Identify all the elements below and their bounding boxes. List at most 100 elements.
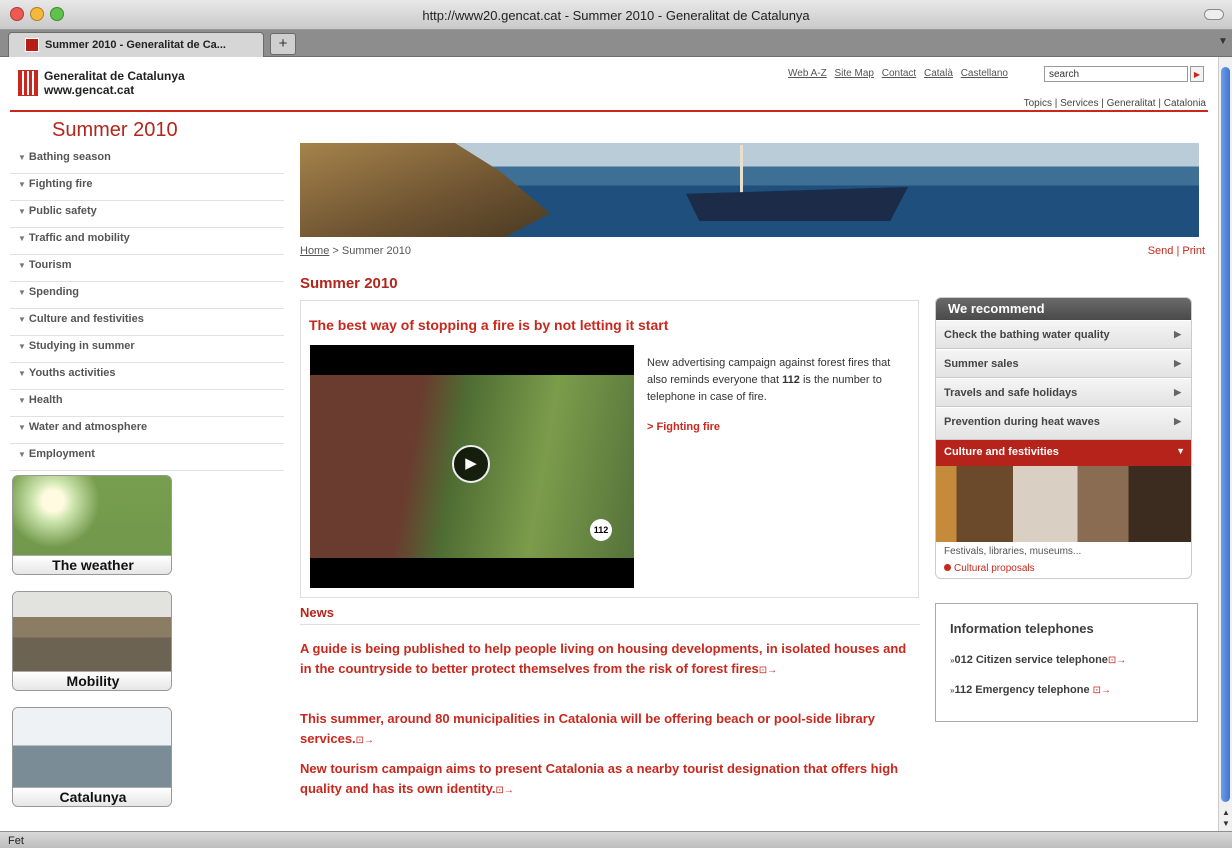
feature-headline[interactable]: The best way of stopping a fire is by no… <box>309 317 668 333</box>
play-icon[interactable]: ▶ <box>452 445 490 483</box>
sidebar-item-traffic-and-mobility[interactable]: ▼ Traffic and mobility <box>10 228 284 255</box>
news-heading: News <box>300 605 334 620</box>
link-catala[interactable]: Català <box>924 68 953 79</box>
sidebar-menu: ▼ Bathing season ▼ Fighting fire ▼ Public s… <box>10 147 284 471</box>
nav-services[interactable]: Services <box>1060 98 1098 109</box>
title-bar: http://www20.gencat.cat - Summer 2010 - … <box>0 0 1232 30</box>
scroll-down-icon[interactable]: ▼ <box>1222 819 1230 828</box>
scrollbar-thumb[interactable] <box>1221 67 1230 802</box>
promo-catalunya[interactable]: Catalunya <box>12 707 172 807</box>
sidebar-item-fighting-fire[interactable]: ▼ Fighting fire <box>10 174 284 201</box>
hero-banner-image <box>300 143 1199 237</box>
external-link-icon: ⊡→ <box>1107 655 1127 666</box>
external-link-icon: ⊡→ <box>355 735 375 746</box>
tab-bar: Summer 2010 - Generalitat de Ca... + ▼ <box>0 30 1232 57</box>
feature-box: The best way of stopping a fire is by no… <box>300 300 919 598</box>
gencat-favicon-icon <box>25 38 39 52</box>
breadcrumb-current: Summer 2010 <box>341 245 411 257</box>
link-contact[interactable]: Contact <box>882 68 916 79</box>
org-name[interactable]: Generalitat de Catalunya <box>44 69 185 83</box>
breadcrumb: Home > Summer 2010 <box>300 245 411 257</box>
external-link-icon: ⊡→ <box>758 665 778 676</box>
recommend-item-summer-sales[interactable]: Summer sales ▶ <box>936 349 1191 378</box>
sidebar-item-water-and-atmosphere[interactable]: ▼ Water and atmosphere <box>10 417 284 444</box>
sidebar-item-employment[interactable]: ▼ Employment <box>10 444 284 471</box>
org-url[interactable]: www.gencat.cat <box>44 83 134 97</box>
arrow-down-icon: ▼ <box>18 288 26 297</box>
tab-label: Summer 2010 - Generalitat de Ca... <box>45 39 226 51</box>
tab-summer-2010[interactable]: Summer 2010 - Generalitat de Ca... <box>8 32 264 57</box>
promo-mobility[interactable]: Mobility <box>12 591 172 691</box>
nav-generalitat[interactable]: Generalitat <box>1107 98 1156 109</box>
video-112-badge: 112 <box>590 519 612 541</box>
external-link-icon: ⊡→ <box>1092 685 1112 696</box>
gencat-logo-icon[interactable] <box>18 70 38 96</box>
tab-menu-icon[interactable]: ▼ <box>1218 36 1228 48</box>
recommend-description: Festivals, libraries, museums... <box>944 546 1082 557</box>
sidebar-item-spending[interactable]: ▼ Spending <box>10 282 284 309</box>
catalunya-image <box>13 708 171 791</box>
status-text: Fet <box>8 835 24 847</box>
fighting-fire-link[interactable]: > Fighting fire <box>647 421 720 433</box>
sidebar-item-public-safety[interactable]: ▼ Public safety <box>10 201 284 228</box>
promo-label: The weather <box>13 555 171 574</box>
nav-topics[interactable]: Topics <box>1024 98 1052 109</box>
sidebar-item-tourism[interactable]: ▼ Tourism <box>10 255 284 282</box>
breadcrumb-home[interactable]: Home <box>300 245 329 257</box>
recommend-title: We recommend <box>936 298 1191 320</box>
search-input[interactable] <box>1044 66 1188 82</box>
link-web-a-z[interactable]: Web A-Z <box>788 68 827 79</box>
sidebar-title: Summer 2010 <box>52 119 178 141</box>
arrow-down-icon: ▼ <box>18 315 26 324</box>
header-divider <box>10 110 1208 112</box>
arrow-down-icon: ▼ <box>18 396 26 405</box>
sidebar-item-youths-activities[interactable]: ▼ Youths activities <box>10 363 284 390</box>
news-item[interactable]: A guide is being published to help peopl… <box>300 639 920 681</box>
page-title: Summer 2010 <box>300 275 398 292</box>
arrow-down-icon: ▼ <box>18 261 26 270</box>
festivities-image[interactable] <box>936 466 1191 542</box>
arrow-down-icon: ▼ <box>18 423 26 432</box>
weather-image <box>13 476 171 559</box>
boat-mast-shape <box>740 145 743 193</box>
arrow-down-icon: ▼ <box>18 342 26 351</box>
telephone-012-link[interactable]: »012 Citizen service telephone⊡→ <box>950 654 1126 666</box>
recommend-box: We recommend Check the bathing water qua… <box>935 297 1192 579</box>
new-tab-button[interactable]: + <box>270 33 296 55</box>
recommend-item-travels[interactable]: Travels and safe holidays ▶ <box>936 378 1191 407</box>
recommend-item-culture-festivities[interactable]: Culture and festivities ▼ <box>936 440 1191 466</box>
sidebar-item-bathing-season[interactable]: ▼ Bathing season <box>10 147 284 174</box>
recommend-item-bathing-water[interactable]: Check the bathing water quality ▶ <box>936 320 1191 349</box>
cultural-proposals-link[interactable]: Cultural proposals <box>944 563 1035 574</box>
news-item[interactable]: New tourism campaign aims to present Cat… <box>300 759 920 801</box>
sub-navigation: Topics | Services | Generalitat | Catalo… <box>1023 98 1206 109</box>
toolbar-toggle-button[interactable] <box>1204 9 1224 20</box>
arrow-down-icon: ▼ <box>18 234 26 243</box>
sidebar-item-culture-and-festivities[interactable]: ▼ Culture and festivities <box>10 309 284 336</box>
rock-shape <box>300 143 550 237</box>
news-item[interactable]: This summer, around 80 municipalities in… <box>300 709 920 751</box>
promo-label: Mobility <box>13 671 171 690</box>
scroll-up-icon[interactable]: ▲ <box>1222 808 1230 817</box>
telephone-112-link[interactable]: »112 Emergency telephone ⊡→ <box>950 684 1111 696</box>
promo-the-weather[interactable]: The weather <box>12 475 172 575</box>
arrow-down-icon: ▼ <box>18 180 26 189</box>
browser-window: http://www20.gencat.cat - Summer 2010 - … <box>0 0 1232 848</box>
link-castellano[interactable]: Castellano <box>961 68 1008 79</box>
promo-label: Catalunya <box>13 787 171 806</box>
breadcrumb-separator: > <box>332 245 339 257</box>
vertical-scrollbar[interactable]: ▲ ▼ <box>1218 57 1232 831</box>
sidebar-item-studying-in-summer[interactable]: ▼ Studying in summer <box>10 336 284 363</box>
mobility-image <box>13 592 171 675</box>
link-site-map[interactable]: Site Map <box>835 68 874 79</box>
nav-catalonia[interactable]: Catalonia <box>1164 98 1206 109</box>
video-player[interactable]: ▶ 112 <box>310 345 634 588</box>
sidebar-item-health[interactable]: ▼ Health <box>10 390 284 417</box>
recommend-item-heat-waves[interactable]: Prevention during heat waves ▶ <box>936 407 1191 440</box>
arrow-down-icon: ▼ <box>18 207 26 216</box>
send-print-links[interactable]: Send | Print <box>1148 245 1205 257</box>
arrow-down-icon: ▼ <box>18 369 26 378</box>
top-links: Web A-Z Site Map Contact Català Castella… <box>788 68 1013 79</box>
search-submit-icon[interactable]: ▶ <box>1190 66 1204 82</box>
boat-shape <box>686 187 908 221</box>
